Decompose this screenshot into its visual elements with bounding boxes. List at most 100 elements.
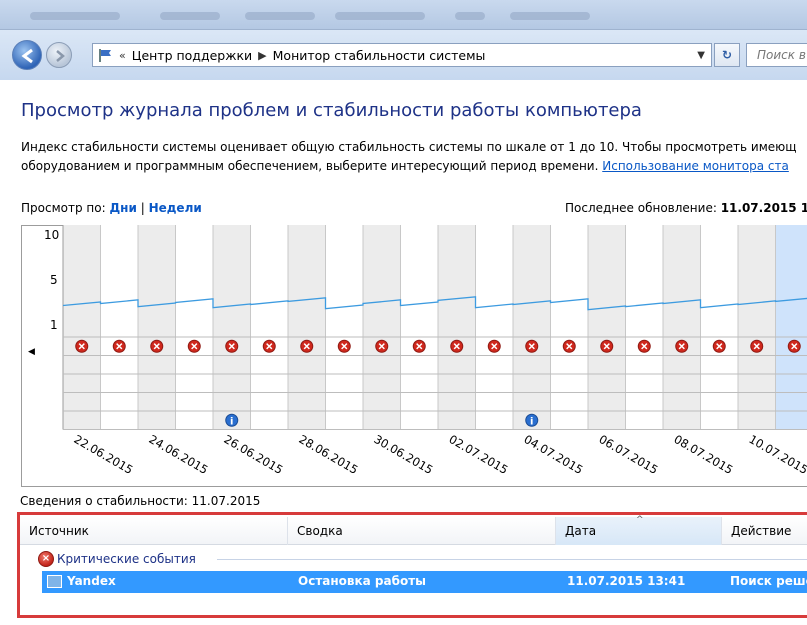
critical-error-icon bbox=[375, 339, 389, 353]
table-header: Источник Сводка Дата Действие ^ bbox=[20, 515, 807, 545]
row-summary: Остановка работы bbox=[298, 574, 427, 588]
group-label: Критические события bbox=[57, 552, 196, 566]
menu-blur bbox=[30, 12, 120, 20]
critical-error-icon bbox=[675, 339, 689, 353]
critical-error-icon bbox=[525, 339, 539, 353]
critical-error-icon bbox=[600, 339, 614, 353]
day-column bbox=[438, 225, 476, 430]
day-column bbox=[363, 225, 401, 430]
help-link[interactable]: Использование монитора ста bbox=[602, 159, 789, 173]
day-column bbox=[100, 225, 138, 430]
group-critical-events[interactable]: × Критические события bbox=[38, 548, 196, 570]
critical-error-icon bbox=[450, 339, 464, 353]
column-header-source[interactable]: Источник bbox=[20, 517, 288, 545]
x-tick-label: 02.07.2015 bbox=[447, 432, 511, 477]
breadcrumb-item-action-center[interactable]: Центр поддержки bbox=[132, 48, 252, 63]
last-update-label: Последнее обновление: bbox=[565, 201, 717, 215]
critical-error-icon bbox=[637, 339, 651, 353]
search-input[interactable]: Поиск в bbox=[746, 43, 807, 67]
day-column bbox=[213, 225, 251, 430]
address-bar[interactable]: « Центр поддержки ▶ Монитор стабильности… bbox=[92, 43, 712, 67]
page-title: Просмотр журнала проблем и стабильности … bbox=[21, 100, 642, 121]
menu-blur bbox=[510, 12, 590, 20]
column-header-summary[interactable]: Сводка bbox=[288, 517, 556, 545]
day-column bbox=[138, 225, 176, 430]
day-column bbox=[63, 225, 101, 430]
menu-blur bbox=[455, 12, 485, 20]
breadcrumb-item-reliability-monitor[interactable]: Монитор стабильности системы bbox=[273, 48, 486, 63]
x-tick-label: 28.06.2015 bbox=[297, 432, 361, 477]
forward-button[interactable] bbox=[46, 42, 72, 68]
view-by-label: Просмотр по: bbox=[21, 201, 106, 215]
arrow-left-icon bbox=[21, 48, 33, 64]
back-button[interactable] bbox=[12, 40, 42, 70]
critical-error-icon bbox=[787, 339, 801, 353]
critical-error-icon bbox=[750, 339, 764, 353]
critical-error-icon bbox=[337, 339, 351, 353]
menu-blur bbox=[245, 12, 315, 20]
action-center-flag-icon bbox=[99, 49, 111, 62]
x-tick-label: 30.06.2015 bbox=[372, 432, 436, 477]
window-title-bar bbox=[0, 0, 807, 30]
intro-line-1: Индекс стабильности системы оценивает об… bbox=[21, 140, 797, 154]
critical-error-icon bbox=[150, 339, 164, 353]
chevron-right-icon: ▶ bbox=[258, 48, 267, 62]
critical-error-icon bbox=[300, 339, 314, 353]
last-update-value: 11.07.2015 1 bbox=[720, 201, 807, 215]
stability-details-header: Сведения о стабильности: 11.07.2015 bbox=[20, 494, 261, 508]
navigation-bar: « Центр поддержки ▶ Монитор стабильности… bbox=[0, 30, 807, 80]
day-column bbox=[325, 225, 363, 430]
x-tick-label: 06.07.2015 bbox=[597, 432, 661, 477]
chart-plot: i i 22.06.2015 24.06.2015 26.06.2015 28.06.20… bbox=[62, 225, 807, 477]
day-column bbox=[700, 225, 738, 430]
x-tick-label: 26.06.2015 bbox=[222, 432, 286, 477]
chevron-down-icon[interactable]: ▼ bbox=[697, 50, 705, 61]
refresh-button[interactable]: ↻ bbox=[714, 43, 740, 67]
application-window-icon bbox=[47, 575, 62, 588]
critical-error-icon bbox=[262, 339, 276, 353]
x-tick-label: 22.06.2015 bbox=[72, 432, 136, 477]
critical-error-icon bbox=[187, 339, 201, 353]
critical-error-icon bbox=[412, 339, 426, 353]
critical-error-icon bbox=[712, 339, 726, 353]
day-column bbox=[775, 225, 807, 430]
sort-ascending-icon: ^ bbox=[636, 515, 644, 525]
view-days-link[interactable]: Дни bbox=[109, 201, 136, 215]
information-glyph: i bbox=[230, 416, 233, 427]
menu-blur bbox=[160, 12, 220, 20]
intro-line-2: оборудованием и программным обеспечением… bbox=[21, 159, 599, 173]
day-column bbox=[550, 225, 588, 430]
group-divider bbox=[217, 559, 807, 560]
day-column bbox=[513, 225, 551, 430]
x-tick-label: 24.06.2015 bbox=[147, 432, 211, 477]
day-column bbox=[288, 225, 326, 430]
day-column bbox=[738, 225, 776, 430]
menu-blur bbox=[335, 12, 425, 20]
refresh-icon: ↻ bbox=[721, 48, 733, 62]
x-tick-label: 08.07.2015 bbox=[672, 432, 736, 477]
view-weeks-link[interactable]: Недели bbox=[149, 201, 202, 215]
reliability-chart[interactable]: 10 5 1 ◀ i i 22.06.2015 24.06.2015 26.06.201… bbox=[21, 225, 807, 487]
row-source: Yandex bbox=[67, 574, 116, 588]
x-tick-label: 04.07.2015 bbox=[522, 432, 586, 477]
day-column bbox=[475, 225, 513, 430]
column-header-action[interactable]: Действие bbox=[722, 517, 807, 545]
critical-error-icon bbox=[487, 339, 501, 353]
critical-error-icon bbox=[112, 339, 126, 353]
day-column bbox=[175, 225, 213, 430]
view-by-toggle: Просмотр по: Дни | Недели bbox=[21, 201, 202, 215]
day-column bbox=[400, 225, 438, 430]
day-column bbox=[625, 225, 663, 430]
row-date: 11.07.2015 13:41 bbox=[567, 574, 686, 588]
critical-error-icon bbox=[562, 339, 576, 353]
last-update: Последнее обновление: 11.07.2015 1 bbox=[565, 201, 807, 215]
row-action: Поиск реше bbox=[730, 574, 807, 588]
day-column bbox=[250, 225, 288, 430]
day-column bbox=[663, 225, 701, 430]
arrow-right-icon bbox=[56, 50, 65, 62]
critical-error-icon bbox=[75, 339, 89, 353]
information-glyph: i bbox=[530, 416, 533, 427]
details-table: Источник Сводка Дата Действие ^ × Критич… bbox=[17, 512, 807, 618]
table-row[interactable]: Yandex Остановка работы 11.07.2015 13:41… bbox=[42, 571, 807, 593]
intro-text: Индекс стабильности системы оценивает об… bbox=[21, 138, 807, 176]
